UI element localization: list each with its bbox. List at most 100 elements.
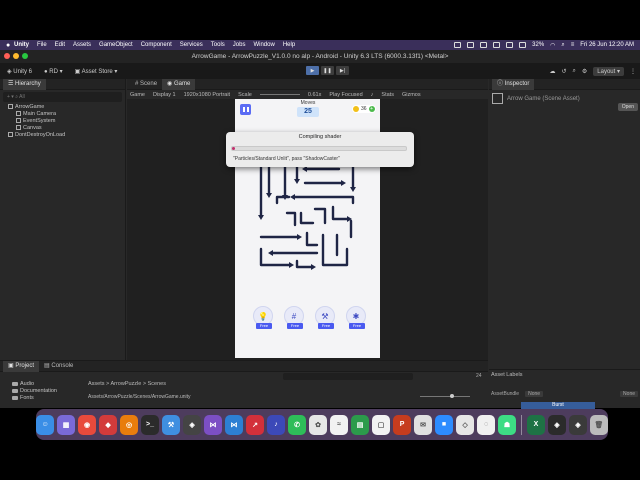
status-icon[interactable]	[493, 42, 501, 48]
more-icon[interactable]: ⋮	[630, 68, 636, 75]
sheets-icon[interactable]: ▤	[351, 414, 370, 435]
menu-services[interactable]: Services	[180, 42, 203, 48]
trash-icon[interactable]: 🗑	[589, 414, 608, 435]
tab-console[interactable]: ▤ Console	[39, 361, 78, 372]
menu-file[interactable]: File	[37, 42, 47, 48]
powerup-button[interactable]: 💡 Free	[253, 306, 273, 329]
menu-edit[interactable]: Edit	[55, 42, 65, 48]
finder-icon[interactable]: ☺	[36, 414, 55, 435]
icon-size-slider[interactable]	[420, 394, 470, 398]
asset-variant-dropdown[interactable]: None	[620, 391, 638, 397]
app-menu-unity[interactable]: Unity	[14, 42, 29, 48]
battery-percent[interactable]: 32%	[532, 42, 544, 48]
open-button[interactable]: Open	[617, 103, 638, 111]
tab-game[interactable]: ◉ Game	[162, 78, 196, 90]
vscode-icon[interactable]: ⋈	[225, 414, 244, 435]
unity-editor-icon[interactable]: ◈	[568, 414, 587, 435]
tab-project[interactable]: ▣ Project	[3, 360, 40, 372]
account-button[interactable]: ● RD ▾	[41, 67, 66, 76]
play-button[interactable]: ▶	[306, 66, 319, 75]
powerup-button[interactable]: ⚒ Free	[315, 306, 335, 329]
project-folder[interactable]: Audio	[0, 381, 85, 388]
status-icon[interactable]	[454, 42, 462, 48]
notes-app-icon[interactable]: ▢	[372, 414, 391, 435]
project-folder[interactable]: Documentation	[0, 388, 85, 395]
hierarchy-item[interactable]: DontDestroyOnLoad	[0, 132, 125, 139]
blender-icon[interactable]: ◎	[120, 414, 139, 435]
control-center-icon[interactable]: ≡	[571, 42, 575, 48]
game-pause-button[interactable]	[240, 104, 251, 115]
hierarchy-item[interactable]: Canvas	[0, 125, 125, 132]
hierarchy-search-input[interactable]: + ▾ ⌕ All	[3, 92, 122, 102]
status-icon[interactable]	[480, 42, 488, 48]
minimize-window-button[interactable]	[13, 53, 19, 59]
mute-icon[interactable]: ♪	[371, 92, 374, 98]
powerup-button[interactable]: # Free	[284, 306, 304, 329]
excel-icon[interactable]: X	[526, 414, 545, 435]
zoom-window-button[interactable]	[22, 53, 28, 59]
search-icon[interactable]: ⌕	[561, 42, 564, 49]
android-icon[interactable]: ☗	[498, 414, 517, 435]
scale-slider[interactable]	[259, 94, 300, 95]
menu-help[interactable]: Help	[283, 42, 295, 48]
asset-bundle-dropdown[interactable]: None	[525, 391, 544, 397]
hierarchy-item[interactable]: EventSystem	[0, 118, 125, 125]
unity-version-button[interactable]: ◈ Unity 6	[4, 67, 35, 76]
menu-component[interactable]: Component	[141, 42, 172, 48]
asset-store-button[interactable]: ▣ Asset Store ▾	[72, 67, 121, 76]
messages-icon[interactable]: ✉	[414, 414, 433, 435]
photo-booth-icon[interactable]: ◌	[477, 414, 496, 435]
display-dropdown[interactable]: Display 1	[153, 92, 176, 98]
add-coins-button[interactable]: +	[368, 106, 375, 112]
whatsapp-icon[interactable]: ✆	[288, 414, 307, 435]
unity-hub-icon[interactable]: ◈	[183, 414, 202, 435]
hierarchy-item[interactable]: ArrowGame	[0, 104, 125, 111]
anydesk-icon[interactable]: ◆	[99, 414, 118, 435]
wifi-icon[interactable]: ◠	[550, 42, 555, 49]
terminal-icon[interactable]: >_	[141, 414, 160, 435]
xcode-icon[interactable]: ⚒	[162, 414, 181, 435]
hierarchy-item[interactable]: Main Camera	[0, 111, 125, 118]
roblox-icon[interactable]: ◇	[456, 414, 475, 435]
zoom-icon[interactable]: ■	[435, 414, 454, 435]
mp3-icon[interactable]: ♪	[267, 414, 286, 435]
launchpad-icon[interactable]: ▦	[57, 414, 76, 435]
history-icon[interactable]: ↺	[562, 68, 567, 75]
play-focused-dropdown[interactable]: Play Focused	[329, 92, 362, 98]
coins-display[interactable]: 36 +	[352, 105, 376, 113]
apple-menu-icon[interactable]: ●	[6, 42, 14, 49]
clock[interactable]: Fri 26 Jun 12:20 AM	[580, 42, 634, 48]
gizmos-dropdown[interactable]: Gizmos	[402, 92, 421, 98]
cloud-icon[interactable]: ☁	[550, 68, 556, 75]
search-icon[interactable]: ⌕	[573, 68, 576, 75]
tab-hierarchy[interactable]: ☰ Hierarchy	[3, 78, 46, 90]
status-icon[interactable]	[467, 42, 475, 48]
burst-status-bar[interactable]: Burst	[521, 402, 595, 409]
layout-dropdown[interactable]: Layout ▾	[593, 66, 624, 76]
powerpoint-icon[interactable]: P	[393, 414, 412, 435]
photos-icon[interactable]: ✿	[309, 414, 328, 435]
project-search-input[interactable]	[283, 373, 413, 380]
pause-button[interactable]: ❚❚	[321, 66, 334, 75]
mode-dropdown[interactable]: Game	[130, 92, 145, 98]
chart-app-icon[interactable]: ≈	[330, 414, 349, 435]
chrome-icon[interactable]: ◉	[78, 414, 97, 435]
menu-assets[interactable]: Assets	[73, 42, 91, 48]
resolution-dropdown[interactable]: 1920x1080 Portrait	[184, 92, 230, 98]
visual-studio-icon[interactable]: ⋈	[204, 414, 223, 435]
tab-inspector[interactable]: ⓘ Inspector	[492, 78, 535, 90]
settings-icon[interactable]: ⚙	[582, 68, 587, 75]
status-icon[interactable]	[519, 42, 527, 48]
cursor-app-icon[interactable]: ↗	[246, 414, 265, 435]
menu-jobs[interactable]: Jobs	[233, 42, 246, 48]
status-icon[interactable]	[506, 42, 514, 48]
unity-icon[interactable]: ◈	[547, 414, 566, 435]
menu-window[interactable]: Window	[253, 42, 274, 48]
project-folder[interactable]: Fonts	[0, 395, 85, 402]
tab-scene[interactable]: # Scene	[130, 79, 162, 90]
menu-gameobject[interactable]: GameObject	[99, 42, 133, 48]
powerup-button[interactable]: ✱ Free	[346, 306, 366, 329]
arrow-puzzle-board[interactable]	[255, 163, 361, 273]
close-window-button[interactable]	[4, 53, 10, 59]
menu-tools[interactable]: Tools	[211, 42, 225, 48]
